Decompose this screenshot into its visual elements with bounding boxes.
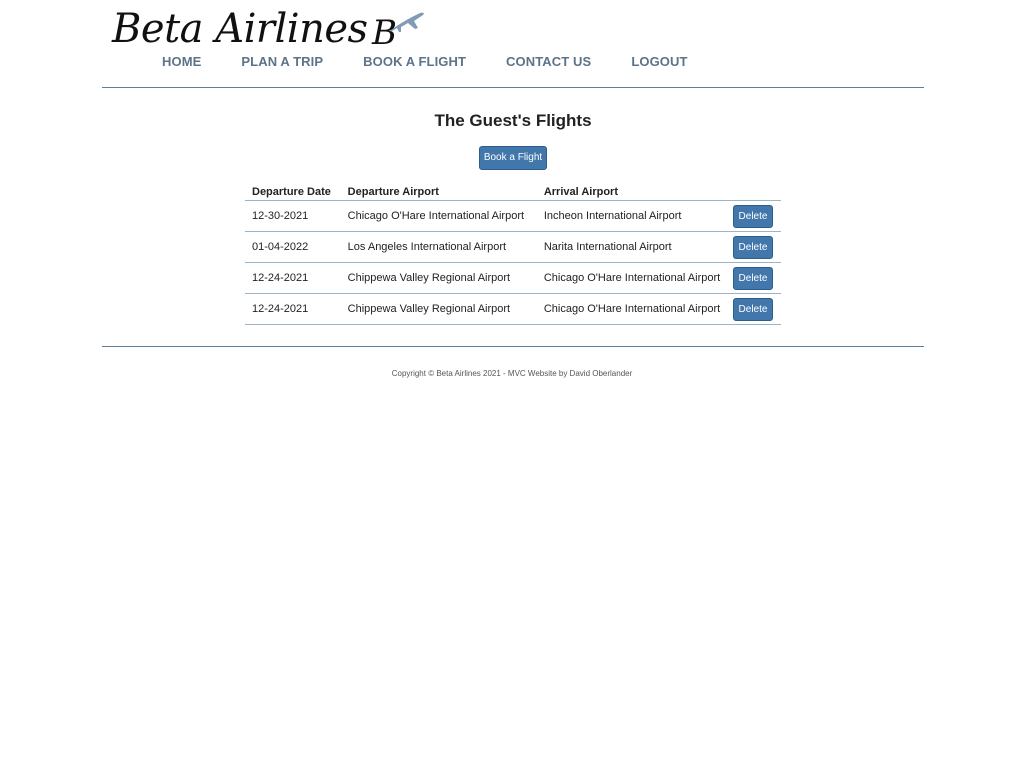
airplane-icon: B [371,12,424,51]
nav-home[interactable]: HOME [162,54,201,72]
delete-button[interactable]: Delete [733,297,773,321]
main-content: The Guest's Flights Book a Flight Depart… [102,88,924,347]
arrival-airport: Chicago O'Hare International Airport [536,293,733,325]
header-actions [733,183,781,201]
table-row: 12-24-2021 Chippewa Valley Regional Airp… [245,293,781,325]
nav-book-a-flight[interactable]: BOOK A FLIGHT [363,54,466,72]
page: Beta Airlines B HOME PLAN A TRIP BOOK A … [0,0,1024,768]
row-actions: Delete [733,262,781,294]
departure-date: 01-04-2022 [245,231,341,263]
nav-plan-a-trip[interactable]: PLAN A TRIP [241,54,323,72]
arrival-airport: Incheon International Airport [536,200,733,232]
departure-date: 12-24-2021 [245,293,341,325]
table-row: 12-30-2021 Chicago O'Hare International … [245,200,781,232]
book-a-flight-button[interactable]: Book a Flight [479,146,547,170]
page-title: The Guest's Flights [434,111,592,130]
logo[interactable]: Beta Airlines B [112,3,426,55]
delete-button[interactable]: Delete [733,235,773,259]
delete-button[interactable]: Delete [733,204,773,228]
departure-airport: Chippewa Valley Regional Airport [340,293,537,325]
header-departure-airport: Departure Airport [340,183,537,201]
row-actions: Delete [733,200,781,232]
departure-airport: Los Angeles International Airport [340,231,537,263]
table-row: 01-04-2022 Los Angeles International Air… [245,231,781,263]
table-header-row: Departure Date Departure Airport Arrival… [245,183,781,201]
nav-logout[interactable]: LOGOUT [631,54,687,72]
departure-date: 12-30-2021 [245,200,341,232]
departure-airport: Chicago O'Hare International Airport [340,200,537,232]
row-actions: Delete [733,231,781,263]
site-header: Beta Airlines B HOME PLAN A TRIP BOOK A … [102,0,924,88]
nav-contact-us[interactable]: CONTACT US [506,54,591,72]
main-nav: HOME PLAN A TRIP BOOK A FLIGHT CONTACT U… [162,54,688,72]
site-footer: Copyright © Beta Airlines 2021 - MVC Web… [0,369,1024,378]
header-departure-date: Departure Date [245,183,341,201]
departure-date: 12-24-2021 [245,262,341,294]
logo-text: Beta Airlines [112,6,368,52]
arrival-airport: Narita International Airport [536,231,733,263]
logo-mark-letter: B [371,13,397,51]
flights-table: Departure Date Departure Airport Arrival… [245,183,781,325]
arrival-airport: Chicago O'Hare International Airport [536,262,733,294]
row-actions: Delete [733,293,781,325]
delete-button[interactable]: Delete [733,266,773,290]
departure-airport: Chippewa Valley Regional Airport [340,262,537,294]
copyright-text: Copyright © Beta Airlines 2021 - MVC Web… [391,369,633,378]
table-row: 12-24-2021 Chippewa Valley Regional Airp… [245,262,781,294]
header-arrival-airport: Arrival Airport [536,183,733,201]
